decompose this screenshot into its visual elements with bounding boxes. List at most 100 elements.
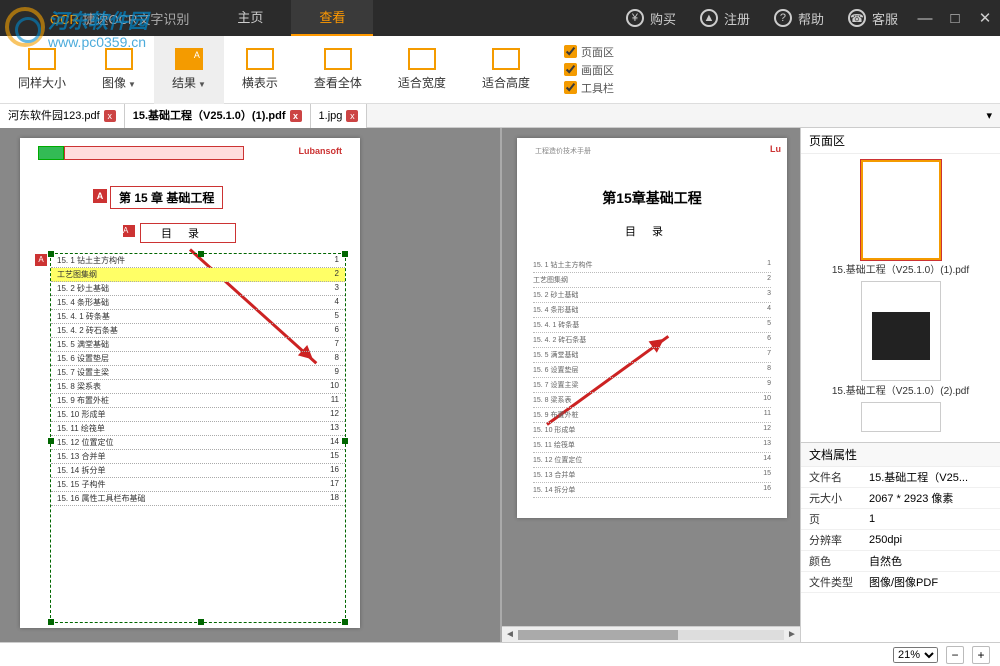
thumbnail-3[interactable]	[807, 402, 994, 432]
tool-view-all[interactable]: 查看全体	[296, 36, 380, 104]
toc-line: 15. 16 属性工具栏布基础18	[51, 492, 345, 506]
original-image-pane: 工程造价技术手册 Lu 第15章基础工程 目录 15. 1 钻土主方构件1工艺图…	[500, 128, 800, 642]
prop-type: 文件类型图像/图像PDF	[801, 572, 1000, 593]
statusbar: 21% − +	[0, 642, 1000, 666]
close-icon[interactable]: x	[346, 110, 358, 122]
doctab-2[interactable]: 15.基础工程（V25.1.0）(1).pdfx	[125, 104, 311, 128]
check-image-area[interactable]: 画面区	[564, 62, 614, 78]
horizontal-icon	[246, 48, 274, 70]
toc-line: 15. 10 形成单12	[51, 408, 345, 422]
toc-line: 15. 6 设置垫层8	[51, 352, 345, 366]
toc-line: 15. 2 砂土基础3	[51, 282, 345, 296]
sidebar-title: 页面区	[801, 128, 1000, 154]
tabs-dropdown[interactable]: ▾	[978, 109, 1000, 122]
help-icon: ?	[774, 9, 792, 27]
props-title: 文档属性	[801, 443, 1000, 467]
thumbnail-2[interactable]: 15.基础工程（V25.1.0）(2).pdf	[807, 281, 994, 398]
chapter-title: 第15章基础工程	[517, 188, 787, 208]
toc-line: 15. 5 满堂基础7	[533, 348, 771, 363]
toc-line: 15. 7 设置主梁9	[533, 378, 771, 393]
tool-fit-width[interactable]: 适合宽度	[380, 36, 464, 104]
thumbnail-list: 15.基础工程（V25.1.0）(1).pdf 15.基础工程（V25.1.0）…	[801, 154, 1000, 442]
toc-line: 工艺图集纲2	[51, 268, 345, 282]
cart-icon: ¥	[626, 9, 644, 27]
zoom-select[interactable]: 21%	[893, 647, 938, 663]
toc-line: 15. 5 满堂基础7	[51, 338, 345, 352]
brand-logo: Lubansoft	[299, 146, 343, 156]
toc-line: 15. 14 拆分单16	[533, 483, 771, 498]
scrollbar-thumb[interactable]	[518, 630, 678, 640]
toc-line: 15. 10 形成单12	[533, 423, 771, 438]
toc-line: 15. 12 位置定位14	[533, 453, 771, 468]
zoom-out-button[interactable]: −	[946, 646, 964, 664]
check-page-area[interactable]: 页面区	[564, 44, 614, 60]
close-icon[interactable]: x	[290, 110, 302, 122]
zoom-in-button[interactable]: +	[972, 646, 990, 664]
same-size-icon	[28, 48, 56, 70]
maximize-button[interactable]: □	[940, 10, 970, 27]
toc-line: 15. 4. 2 砖石条基6	[51, 324, 345, 338]
phone-icon: ☎	[848, 9, 866, 27]
close-icon[interactable]: x	[104, 110, 116, 122]
toc-line: 工艺图集纲2	[533, 273, 771, 288]
app-title: OCR 捷速OCR文字识别	[0, 9, 209, 28]
thumbnail-1[interactable]: 15.基础工程（V25.1.0）(1).pdf	[807, 160, 994, 277]
prop-size: 元大小2067 * 2923 像素	[801, 488, 1000, 509]
prop-color: 颜色自然色	[801, 551, 1000, 572]
tool-same-size[interactable]: 同样大小	[0, 36, 84, 104]
service-button[interactable]: ☎客服	[836, 0, 910, 36]
doctab-1[interactable]: 河东软件园123.pdfx	[0, 104, 125, 128]
tool-image[interactable]: 图像	[84, 36, 154, 104]
tool-horizontal[interactable]: 横表示	[224, 36, 296, 104]
toc-text-region[interactable]: A 15. 1 钻土主方构件1工艺图集纲215. 2 砂土基础315. 4 条形…	[50, 253, 346, 623]
toc-line: 15. 7 设置主梁9	[51, 366, 345, 380]
tool-view-checks: 页面区 画面区 工具栏	[548, 44, 630, 96]
page-preview-left[interactable]: Lubansoft A第 15 章 基础工程 A目录 A 15. 1 钻土主方构…	[20, 138, 360, 628]
toc-line: 15. 11 绘筏单13	[51, 422, 345, 436]
page-preview-right[interactable]: 工程造价技术手册 Lu 第15章基础工程 目录 15. 1 钻土主方构件1工艺图…	[517, 138, 787, 518]
scroll-right-icon[interactable]: ►	[784, 629, 800, 640]
header-region: Lubansoft	[38, 146, 342, 160]
toc-line: 15. 9 布置外桩11	[51, 394, 345, 408]
toc-line: 15. 1 钻土主方构件1	[533, 258, 771, 273]
toc-title-region[interactable]: A目录	[140, 223, 236, 243]
workarea: Lubansoft A第 15 章 基础工程 A目录 A 15. 1 钻土主方构…	[0, 128, 1000, 642]
toc-line: 15. 4. 2 砖石条基6	[533, 333, 771, 348]
check-toolbar[interactable]: 工具栏	[564, 80, 614, 96]
scroll-left-icon[interactable]: ◄	[502, 629, 518, 640]
toc-line: 15. 13 合并单15	[533, 468, 771, 483]
sidebar: 页面区 15.基础工程（V25.1.0）(1).pdf 15.基础工程（V25.…	[800, 128, 1000, 642]
document-tabs: 河东软件园123.pdfx 15.基础工程（V25.1.0）(1).pdfx 1…	[0, 104, 1000, 128]
minimize-button[interactable]: —	[910, 10, 940, 27]
doctab-3[interactable]: 1.jpgx	[311, 104, 368, 128]
toc-line: 15. 4 条形基础4	[533, 303, 771, 318]
brand-logo: Lu	[770, 144, 781, 154]
tool-fit-height[interactable]: 适合高度	[464, 36, 548, 104]
horizontal-scrollbar[interactable]: ◄ ►	[502, 626, 800, 642]
toc-line: 15. 4. 1 砖条基5	[51, 310, 345, 324]
tool-result[interactable]: A结果	[154, 36, 224, 104]
prop-page: 页1	[801, 509, 1000, 530]
register-button[interactable]: ▲注册	[688, 0, 762, 36]
view-all-icon	[324, 48, 352, 70]
fit-height-icon	[492, 48, 520, 70]
chapter-title-region[interactable]: A第 15 章 基础工程	[110, 186, 223, 209]
toolbar: 同样大小 图像 A结果 横表示 查看全体 适合宽度 适合高度 页面区 画面区 工…	[0, 36, 1000, 104]
toc-line: 15. 12 位置定位14	[51, 436, 345, 450]
help-button[interactable]: ?帮助	[762, 0, 836, 36]
toc-line: 15. 13 合并单15	[51, 450, 345, 464]
toc-line: 15. 4. 1 砖条基5	[533, 318, 771, 333]
close-button[interactable]: ✕	[970, 9, 1000, 27]
fit-width-icon	[408, 48, 436, 70]
toc-title: 目录	[517, 223, 787, 239]
prop-dpi: 分辨率250dpi	[801, 530, 1000, 551]
toc-line: 15. 15 子构件17	[51, 478, 345, 492]
menu-view[interactable]: 查看	[291, 0, 373, 36]
buy-button[interactable]: ¥购买	[614, 0, 688, 36]
titlebar: OCR 捷速OCR文字识别 主页 查看 ¥购买 ▲注册 ?帮助 ☎客服 — □ …	[0, 0, 1000, 36]
document-properties: 文档属性 文件名15.基础工程（V25... 元大小2067 * 2923 像素…	[801, 442, 1000, 593]
prop-filename: 文件名15.基础工程（V25...	[801, 467, 1000, 488]
user-icon: ▲	[700, 9, 718, 27]
menu-home[interactable]: 主页	[209, 0, 291, 36]
doc-subheader: 工程造价技术手册	[535, 146, 591, 156]
